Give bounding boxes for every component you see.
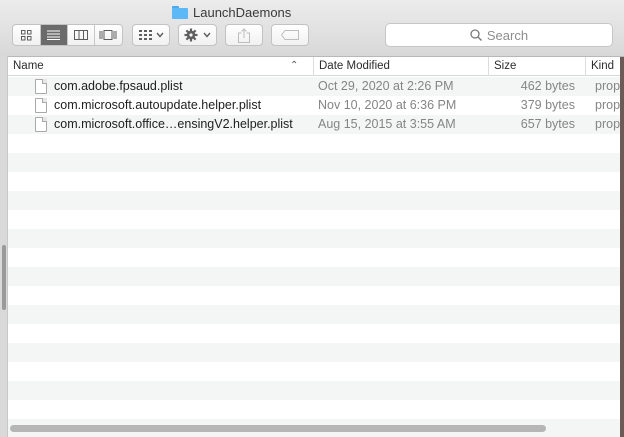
- empty-row: [8, 191, 624, 210]
- file-size: 379 bytes: [520, 98, 575, 112]
- edit-tags-button[interactable]: [271, 24, 309, 46]
- column-size[interactable]: Size: [488, 57, 585, 76]
- finder-window: LaunchDaemons Search Name ⌃ Date Modifie…: [0, 0, 624, 437]
- column-name-label: Name: [13, 60, 44, 72]
- file-list: Name ⌃ Date Modified Size Kind com.adobe…: [8, 57, 624, 437]
- action-button[interactable]: [178, 24, 217, 46]
- empty-row: [8, 343, 624, 362]
- column-view-button[interactable]: [68, 25, 95, 45]
- horizontal-scrollbar[interactable]: [10, 425, 546, 432]
- column-date-label: Date Modified: [319, 60, 390, 72]
- empty-row: [8, 172, 624, 191]
- chevron-down-icon: [155, 32, 164, 38]
- column-name[interactable]: Name: [8, 57, 310, 76]
- empty-row: [8, 153, 624, 172]
- rows: com.adobe.fpsaud.plist Oct 29, 2020 at 2…: [8, 77, 624, 437]
- view-mode-control: [12, 24, 123, 46]
- column-size-label: Size: [494, 60, 517, 72]
- file-size: 462 bytes: [520, 79, 575, 93]
- column-kind-label: Kind: [591, 60, 615, 72]
- column-date-modified[interactable]: Date Modified: [313, 57, 488, 76]
- empty-row: [8, 305, 624, 324]
- table-row[interactable]: com.adobe.fpsaud.plist Oct 29, 2020 at 2…: [8, 77, 624, 96]
- search-icon: [470, 29, 482, 41]
- group-by-button[interactable]: [132, 24, 170, 46]
- sort-ascending-icon: ⌃: [290, 60, 299, 71]
- file-date: Oct 29, 2020 at 2:26 PM: [318, 79, 454, 93]
- empty-row: [8, 324, 624, 343]
- empty-row: [8, 229, 624, 248]
- list-view-button[interactable]: [40, 25, 68, 45]
- file-size: 657 bytes: [520, 117, 575, 131]
- group-grid-icon: [138, 30, 152, 40]
- tag-icon: [281, 30, 299, 40]
- table-row[interactable]: com.microsoft.autoupdate.helper.plist No…: [8, 96, 624, 115]
- empty-row: [8, 210, 624, 229]
- search-field[interactable]: Search: [385, 23, 613, 47]
- window-title: LaunchDaemons: [172, 3, 291, 21]
- search-placeholder: Search: [486, 27, 529, 43]
- icon-view-button[interactable]: [14, 25, 41, 45]
- column-header: Name ⌃ Date Modified Size Kind: [8, 57, 624, 76]
- document-icon: [35, 98, 47, 113]
- columns-icon: [73, 30, 88, 40]
- empty-row: [8, 267, 624, 286]
- file-name: com.microsoft.office…ensingV2.helper.pli…: [54, 117, 293, 131]
- window-title-label: LaunchDaemons: [193, 4, 292, 20]
- sidebar-scrollbar[interactable]: [2, 245, 6, 310]
- grid-icon: [21, 29, 32, 40]
- cover-flow-view-button[interactable]: [95, 25, 122, 45]
- cover-flow-icon: [99, 30, 117, 40]
- empty-row: [8, 286, 624, 305]
- empty-rows: [8, 134, 624, 437]
- file-date: Aug 15, 2015 at 3:55 AM: [318, 117, 456, 131]
- document-icon: [35, 79, 47, 94]
- empty-row: [8, 362, 624, 381]
- table-row[interactable]: com.microsoft.office…ensingV2.helper.pli…: [8, 115, 624, 134]
- toolbar: LaunchDaemons Search: [0, 0, 624, 57]
- document-icon: [35, 117, 47, 132]
- desktop-edge: [620, 57, 624, 437]
- folder-icon: [172, 5, 188, 19]
- share-button[interactable]: [225, 24, 263, 46]
- file-name: com.adobe.fpsaud.plist: [54, 79, 183, 93]
- gear-icon: [184, 28, 198, 42]
- empty-row: [8, 248, 624, 267]
- share-icon: [238, 27, 250, 43]
- empty-row: [8, 381, 624, 400]
- file-date: Nov 10, 2020 at 6:36 PM: [318, 98, 457, 112]
- empty-row: [8, 400, 624, 419]
- chevron-down-icon: [203, 32, 211, 38]
- list-icon: [47, 30, 60, 40]
- empty-row: [8, 134, 624, 153]
- file-name: com.microsoft.autoupdate.helper.plist: [54, 98, 262, 112]
- column-kind[interactable]: Kind: [585, 57, 624, 76]
